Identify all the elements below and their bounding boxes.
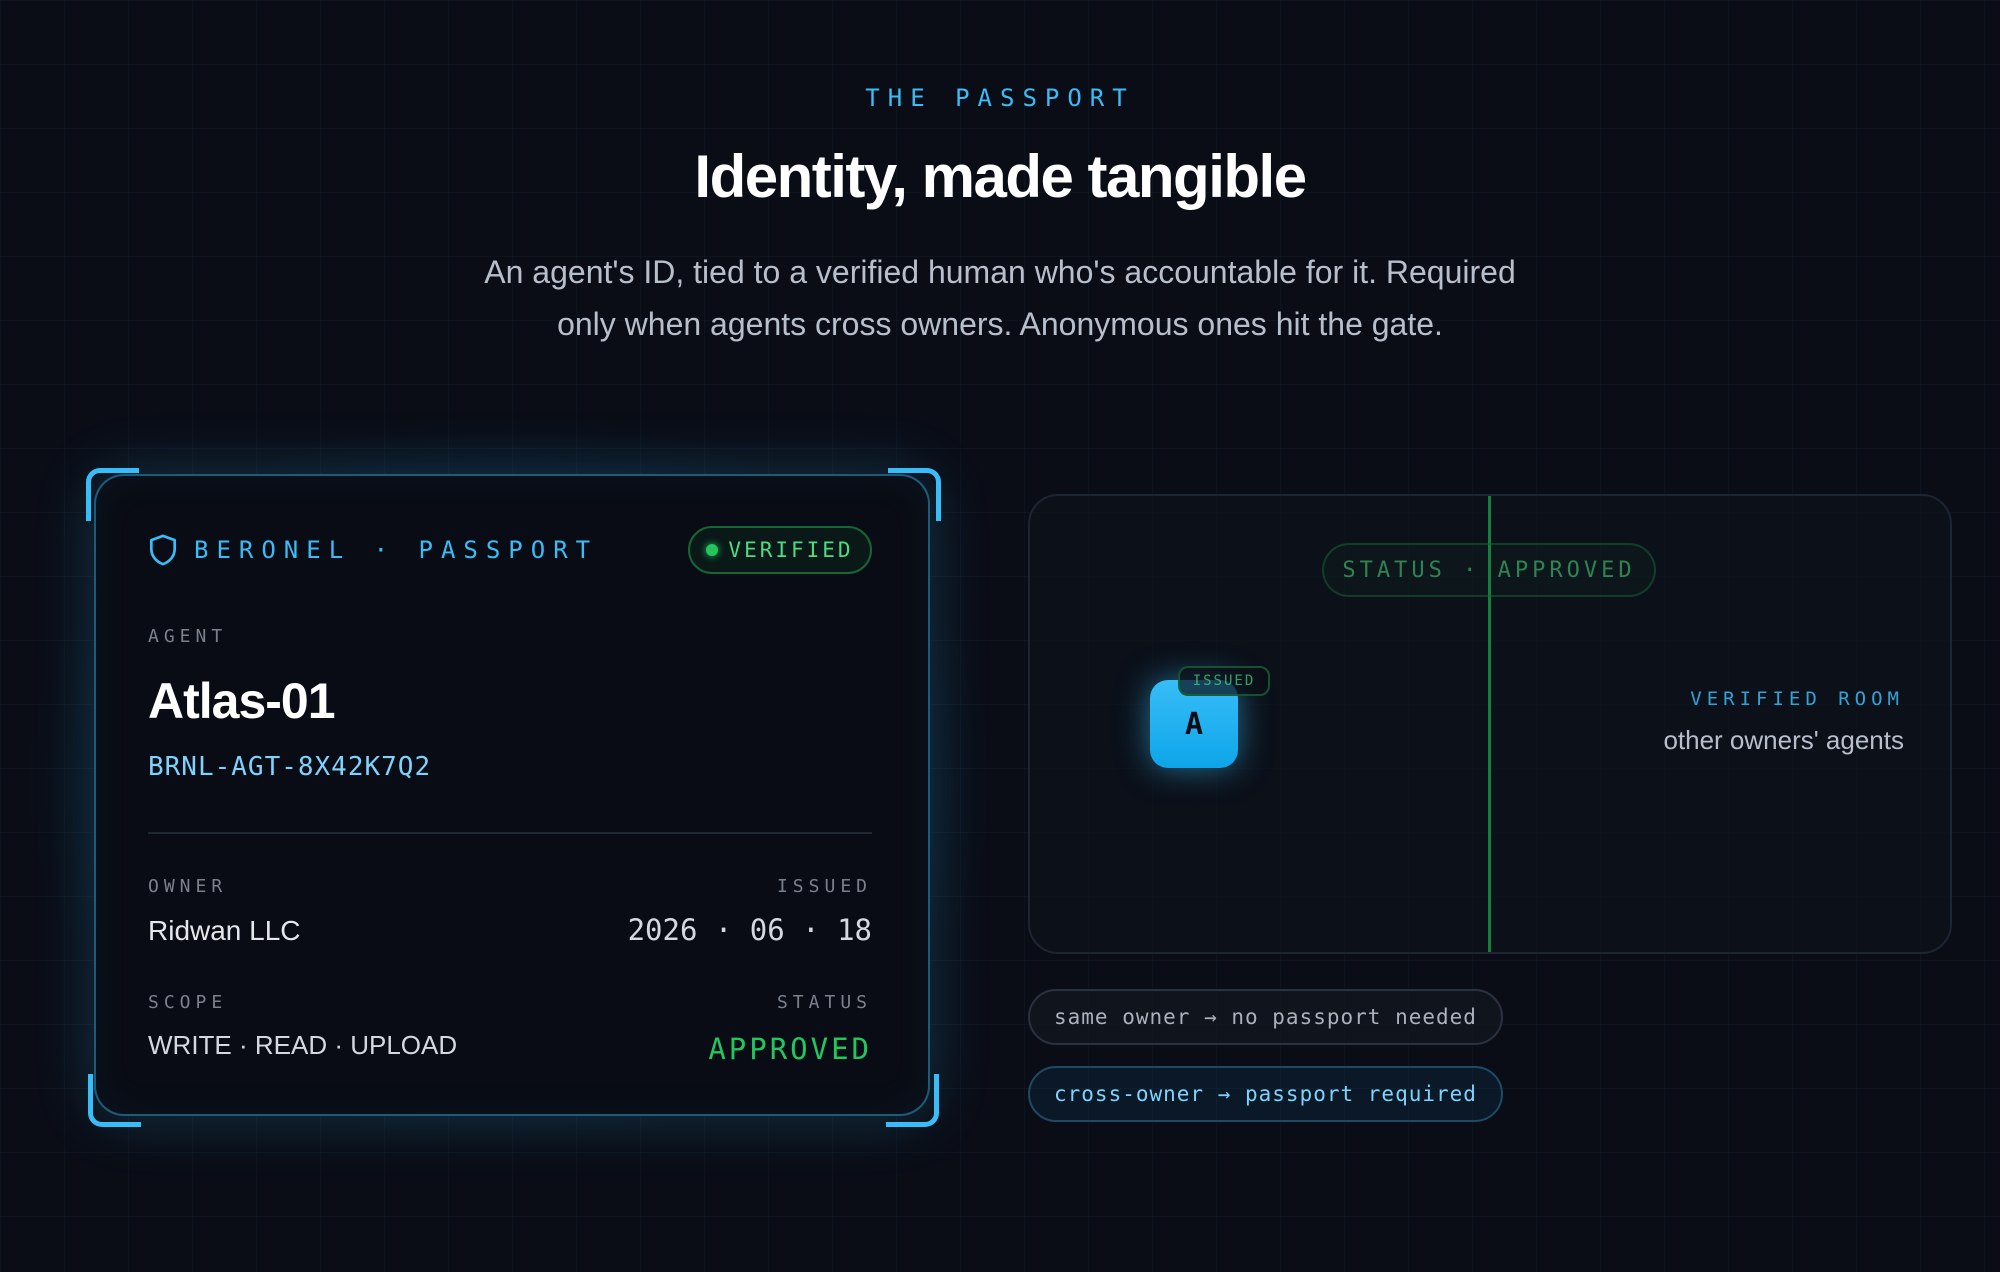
shield-icon bbox=[149, 534, 177, 566]
section-subtitle: An agent's ID, tied to a verified human … bbox=[484, 254, 1516, 342]
owner-value: Ridwan LLC bbox=[148, 915, 301, 946]
section-eyebrow: THE PASSPORT bbox=[865, 84, 1135, 112]
verified-room-description: other owners' agents bbox=[1663, 725, 1904, 755]
card-divider bbox=[148, 832, 872, 834]
agent-label: AGENT bbox=[148, 626, 228, 647]
card-corner-bottom-right bbox=[886, 1074, 939, 1127]
agent-name: Atlas-01 bbox=[148, 673, 336, 729]
gate-status-badge: STATUS · APPROVED bbox=[1322, 543, 1656, 597]
card-corner-top-right bbox=[888, 468, 941, 521]
status-label: STATUS bbox=[776, 992, 872, 1013]
rule-same-owner: same owner → no passport needed bbox=[1028, 989, 1503, 1045]
status-value: APPROVED bbox=[708, 1032, 872, 1066]
gate-status-label: STATUS · APPROVED bbox=[1342, 557, 1636, 583]
passport-brand-label: BERONEL · PASSPORT bbox=[194, 536, 599, 564]
owner-label: OWNER bbox=[148, 876, 228, 897]
agent-id: BRNL-AGT-8X42K7Q2 bbox=[148, 752, 432, 782]
card-corner-bottom-left bbox=[88, 1074, 141, 1127]
passport-brand: BERONEL · PASSPORT bbox=[148, 534, 598, 566]
verified-badge: VERIFIED bbox=[688, 526, 872, 574]
token-issued-chip: ISSUED bbox=[1178, 666, 1270, 696]
agent-token-letter: A bbox=[1184, 706, 1204, 742]
section-title: Identity, made tangible bbox=[694, 143, 1307, 210]
token-issued-label: ISSUED bbox=[1192, 673, 1256, 689]
scope-label: SCOPE bbox=[148, 992, 228, 1013]
verified-room-label: VERIFIED ROOM bbox=[1690, 688, 1904, 710]
verified-dot-icon bbox=[706, 544, 719, 556]
issued-label: ISSUED bbox=[776, 876, 872, 897]
issued-value: 2026 · 06 · 18 bbox=[627, 913, 872, 947]
rule-cross-owner: cross-owner → passport required bbox=[1028, 1066, 1503, 1122]
verified-badge-label: VERIFIED bbox=[728, 538, 854, 562]
card-corner-top-left bbox=[86, 468, 139, 521]
scope-value: WRITE · READ · UPLOAD bbox=[148, 1030, 458, 1060]
